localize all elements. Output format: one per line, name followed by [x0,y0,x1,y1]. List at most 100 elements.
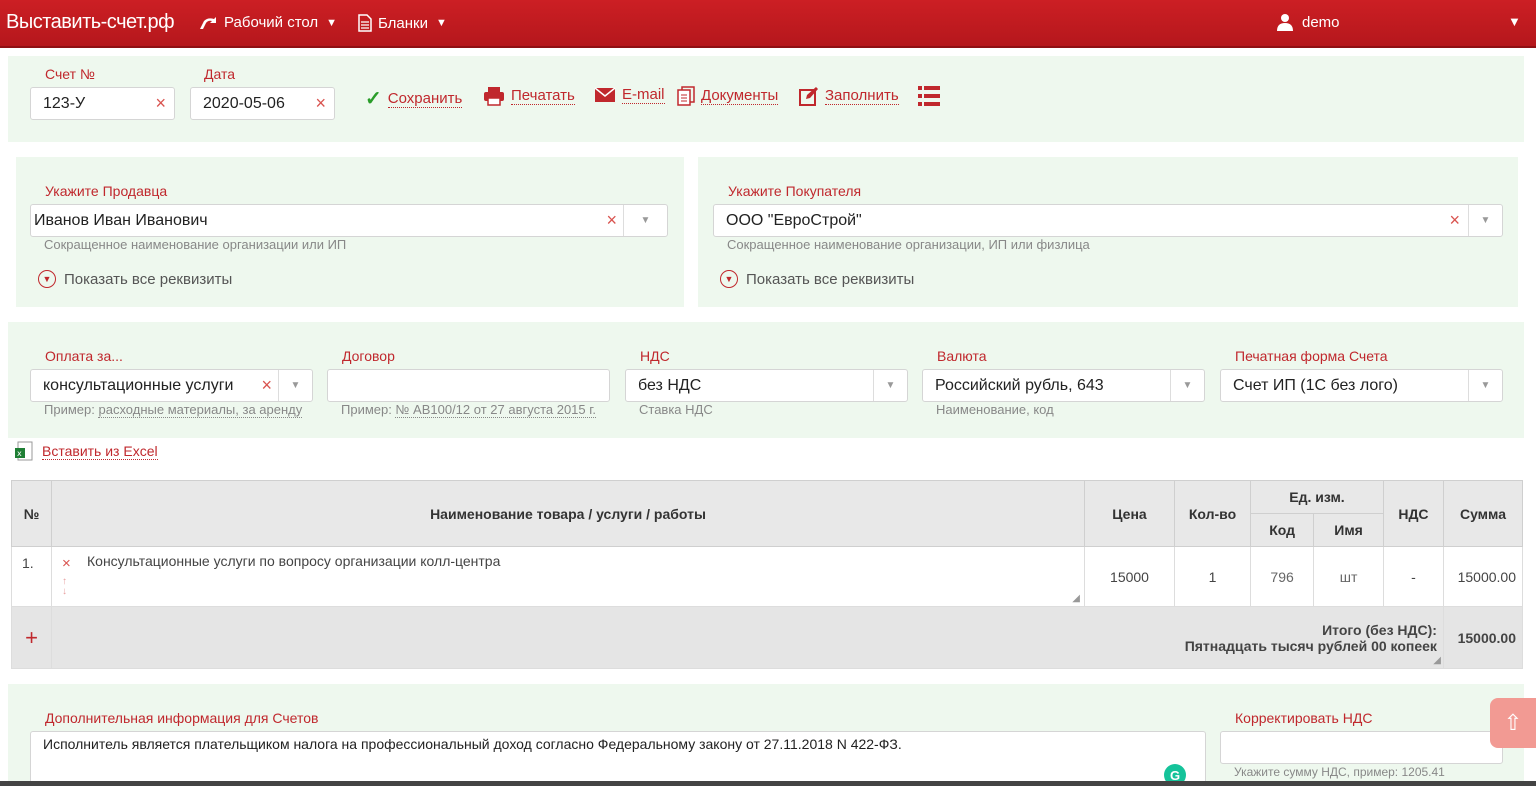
currency-hint: Наименование, код [936,402,1054,417]
user-icon [1277,14,1293,31]
list-menu-button[interactable] [917,85,941,107]
printer-icon [484,87,504,106]
documents-button[interactable]: Документы [677,86,779,106]
window-bottom-edge [0,781,1536,786]
scroll-to-top-button[interactable]: ⇧ [1490,698,1536,748]
row-unit-name[interactable]: шт [1313,546,1384,607]
buyer-show-details-label: Показать все реквизиты [746,270,915,288]
seller-select[interactable]: Иванов Иван Иванович × ▼ [30,204,668,237]
nav-blanks[interactable]: Бланки ▼ [358,14,447,32]
col-sum: Сумма [1442,480,1524,547]
svg-text:x: x [17,449,22,458]
seller-label: Укажите Продавца [45,183,168,199]
chevron-down-circle-icon: ▼ [720,270,738,288]
items-table: № Наименование товара / услуги / работы … [11,480,1524,669]
dropdown-arrow-icon[interactable]: ▼ [1170,370,1204,401]
clear-icon[interactable]: × [155,93,166,114]
invoice-number-input[interactable]: 123-У × [30,87,175,120]
clear-icon[interactable]: × [261,375,272,396]
col-price: Цена [1084,480,1175,547]
payment-hint-prefix: Пример: [44,402,95,417]
dropdown-arrow-icon[interactable]: ▼ [278,370,312,401]
buyer-show-details[interactable]: ▼ Показать все реквизиты [720,270,914,288]
contract-hint-prefix: Пример: [341,402,392,417]
documents-label: Документы [701,87,779,105]
add-row-icon[interactable]: + [11,606,52,669]
dropdown-arrow-icon[interactable]: ▼ [623,205,667,236]
seller-show-details-label: Показать все реквизиты [64,270,233,288]
email-button[interactable]: E-mail [594,86,665,104]
excel-icon: x [15,441,33,461]
row-unit-code[interactable]: 796 [1249,546,1315,607]
buyer-select[interactable]: ООО "ЕвроСтрой" × ▼ [713,204,1503,237]
envelope-icon [594,87,616,102]
col-unit: Ед. изм. [1250,480,1384,514]
row-vat[interactable]: - [1382,546,1444,607]
dropdown-arrow-icon[interactable]: ▼ [873,370,907,401]
resize-handle-icon[interactable]: ◢ [1433,655,1441,666]
row-name-cell[interactable]: × ↑ ↓ Консультационные услуги по вопросу … [51,546,1085,607]
col-vat: НДС [1382,480,1444,547]
buyer-value: ООО "ЕвроСтрой" [726,211,862,229]
fill-label: Заполнить [825,87,899,105]
contract-hint: Пример: № АВ100/12 от 27 августа 2015 г. [341,402,597,418]
date-label: Дата [204,66,236,82]
move-row-icon[interactable]: ↑ ↓ [62,577,67,597]
nav-blanks-label: Бланки [378,14,428,32]
col-name: Наименование товара / услуги / работы [51,480,1085,547]
payment-hint-examples[interactable]: расходные материалы, за аренду [98,402,303,418]
resize-handle-icon[interactable]: ◢ [1072,593,1080,604]
buyer-hint: Сокращенное наименование организации, ИП… [727,237,1090,252]
dropdown-arrow-icon[interactable]: ▼ [1468,205,1502,236]
print-form-select[interactable]: Счет ИП (1С без лого) ▼ [1220,369,1503,402]
clear-icon[interactable]: × [606,210,617,231]
nav-desk-label: Рабочий стол [224,14,319,31]
col-num: № [11,480,52,547]
buyer-label: Укажите Покупателя [728,183,862,199]
chevron-down-icon[interactable]: ▼ [1508,14,1521,29]
clear-icon[interactable]: × [1449,210,1460,231]
print-form-label: Печатная форма Счета [1235,348,1388,364]
contract-hint-example[interactable]: № АВ100/12 от 27 августа 2015 г. [395,402,597,418]
row-num: 1. [11,546,52,607]
vat-correction-input[interactable] [1220,731,1503,764]
arrow-up-icon: ⇧ [1503,710,1523,735]
paste-from-excel-link[interactable]: x Вставить из Excel [14,440,158,462]
total-in-words: Пятнадцать тысяч рублей 00 копеек [1184,637,1437,654]
fill-button[interactable]: Заполнить [799,86,899,106]
print-button[interactable]: Печатать [483,86,575,106]
vat-hint: Ставка НДС [639,402,713,417]
vat-select[interactable]: без НДС ▼ [625,369,908,402]
additional-info-label: Дополнительная информация для Счетов [45,710,319,726]
row-price[interactable]: 15000 [1084,546,1175,607]
dropdown-arrow-icon[interactable]: ▼ [1468,370,1502,401]
total-label: Итого (без НДС): [1322,621,1437,638]
payment-hint: Пример: расходные материалы, за аренду [44,402,303,418]
row-sum: 15000.00 [1442,546,1524,607]
documents-icon [677,86,695,106]
col-unit-name: Имя [1313,513,1384,547]
paste-from-excel-label: Вставить из Excel [42,442,158,460]
payment-select[interactable]: консультационные услуги × ▼ [30,369,313,402]
checkmark-icon: ✓ [365,88,382,110]
vat-correction-label: Корректировать НДС [1235,710,1373,726]
date-input[interactable]: 2020-05-06 × [190,87,335,120]
brand-logo[interactable]: Выставить-счет.рф [6,11,175,34]
currency-select[interactable]: Российский рубль, 643 ▼ [922,369,1205,402]
chevron-down-icon: ▼ [436,17,447,29]
contract-label: Договор [342,348,395,364]
clear-icon[interactable]: × [315,93,326,114]
contract-input[interactable] [327,369,610,402]
additional-info-textarea[interactable]: Исполнитель является плательщиком налога… [30,731,1206,786]
seller-hint: Сокращенное наименование организации или… [44,237,347,252]
nav-desk[interactable]: Рабочий стол ▼ [198,14,337,31]
save-button[interactable]: ✓ Сохранить [365,86,463,111]
seller-show-details[interactable]: ▼ Показать все реквизиты [38,270,232,288]
currency-label: Валюта [937,348,987,364]
delete-row-icon[interactable]: × [62,555,71,572]
user-menu[interactable]: demo [1276,13,1340,31]
invoice-number-value: 123-У [43,94,86,112]
chevron-down-icon: ▼ [326,16,338,29]
row-qty[interactable]: 1 [1174,546,1251,607]
payment-value: консультационные услуги [43,376,234,394]
